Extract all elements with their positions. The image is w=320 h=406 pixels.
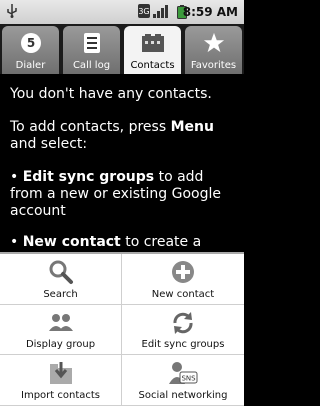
tab-favorites[interactable]: Favorites — [185, 26, 242, 74]
call-log-icon — [80, 32, 104, 54]
social-icon: SNS — [168, 360, 198, 386]
menu-label: Search — [43, 288, 78, 300]
menu-label: Edit sync groups — [141, 339, 225, 351]
bullet-bold: Edit sync groups — [22, 169, 155, 185]
menu-item-new-contact[interactable]: New contact — [122, 254, 244, 305]
tab-call-log[interactable]: Call log — [63, 26, 120, 74]
menu-item-display-group[interactable]: Display group — [0, 304, 122, 356]
contacts-icon — [141, 32, 165, 54]
usb-icon — [7, 4, 17, 18]
import-icon — [46, 360, 76, 386]
network-type: 3G — [138, 7, 149, 16]
menu-item-social-networking[interactable]: SNS Social networking — [122, 355, 244, 406]
add-icon — [168, 259, 198, 285]
sync-icon — [168, 310, 198, 336]
options-menu: Search New contact Display group Edit sy… — [0, 252, 244, 406]
menu-label: Social networking — [138, 390, 228, 401]
tab-bar: 5 Dialer Call log Contacts Favorites — [0, 24, 244, 74]
instruction-prefix: To add contacts, press — [10, 119, 171, 135]
menu-item-search[interactable]: Search — [0, 254, 122, 305]
tab-contacts[interactable]: Contacts — [124, 26, 181, 74]
star-icon — [202, 32, 226, 54]
empty-message: You don't have any contacts. — [10, 86, 212, 102]
menu-label: Display group — [25, 339, 96, 351]
dialer-badge: 5 — [26, 36, 34, 50]
signal-icon: 3G — [138, 4, 168, 18]
instruction-menu: Menu — [170, 119, 214, 135]
menu-label: New contact — [151, 288, 215, 300]
bullet-bold: New contact — [22, 234, 121, 250]
tab-label: Call log — [72, 60, 111, 71]
menu-item-edit-sync-groups[interactable]: Edit sync groups — [122, 305, 244, 356]
status-time: 8:59 AM — [182, 5, 238, 19]
menu-label: Import contacts — [21, 390, 100, 401]
tab-label: Favorites — [190, 60, 237, 71]
instruction-suffix: and select: — [10, 136, 88, 152]
menu-item-import-contacts[interactable]: Import contacts — [0, 355, 122, 406]
tab-label: Contacts — [130, 60, 175, 71]
sns-text: SNS — [181, 375, 196, 383]
tab-dialer[interactable]: 5 Dialer — [2, 26, 59, 74]
tab-label: Dialer — [15, 60, 46, 71]
status-bar: 3G 8:59 AM — [0, 0, 244, 24]
group-icon — [46, 310, 76, 336]
bullet-item: • Edit sync groups to add from a new or … — [10, 169, 222, 219]
search-icon — [46, 259, 76, 285]
dialer-icon: 5 — [19, 32, 43, 54]
instructions: To add contacts, press Menu and select: — [10, 119, 234, 153]
